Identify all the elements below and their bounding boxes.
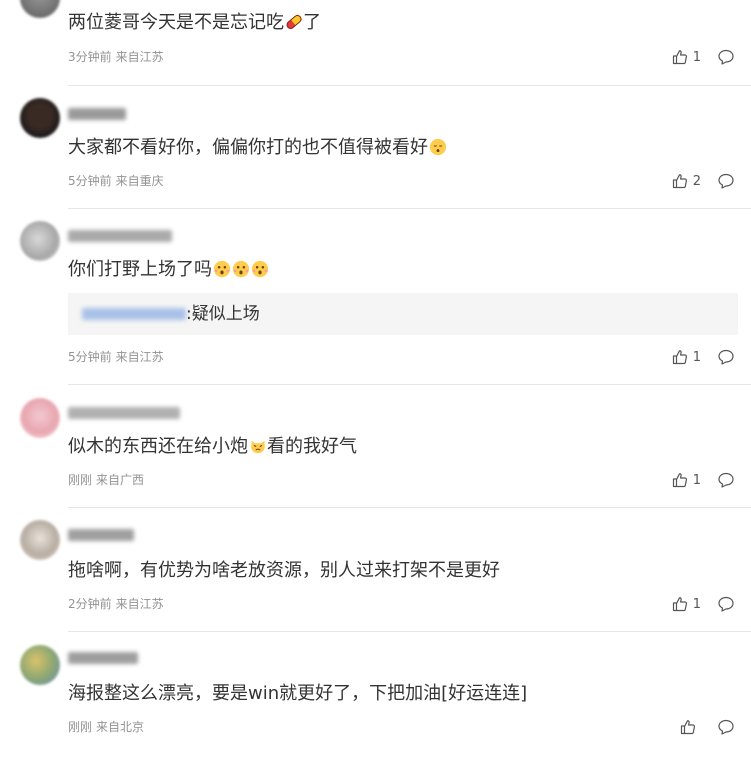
speech-bubble-icon <box>718 719 734 735</box>
comment-meta: 2分钟前 来自江苏 <box>68 596 164 612</box>
username[interactable] <box>68 652 138 664</box>
comment-time: 刚刚 <box>68 720 93 734</box>
like-button[interactable]: 1 <box>672 49 701 65</box>
divider <box>68 507 751 508</box>
pill-emoji <box>286 14 303 29</box>
avatar[interactable] <box>20 645 60 685</box>
thumbs-up-icon <box>672 174 687 189</box>
like-count: 2 <box>692 173 701 189</box>
shocked-face-emoji <box>251 260 269 278</box>
thumbs-up-icon <box>672 597 687 612</box>
comment-meta: 5分钟前 来自江苏 <box>68 349 164 365</box>
comment-text-part: 了 <box>303 12 321 33</box>
like-count: 1 <box>692 472 701 488</box>
comment-text: 大家都不看好你，偏偏你打的也不值得被看好 <box>68 136 447 160</box>
like-button[interactable]: 1 <box>672 472 701 488</box>
comment-text: 似木的东西还在给小炮 看的我好气 <box>68 435 357 459</box>
comment-text: 拖啥啊，有优势为啥老放资源，别人过来打架不是更好 <box>68 560 500 581</box>
comment-location: 来自江苏 <box>115 350 164 364</box>
avatar[interactable] <box>20 221 60 261</box>
speech-bubble-icon <box>718 49 734 65</box>
avatar[interactable] <box>20 520 60 560</box>
comment-text: 海报整这么漂亮，要是win就更好了，下把加油[好运连连] <box>68 683 528 704</box>
comment-time: 2分钟前 <box>68 597 112 611</box>
thumbs-up-icon <box>672 473 687 488</box>
comment-actions: 2 <box>672 171 735 191</box>
reply-button[interactable] <box>717 348 735 366</box>
speech-bubble-icon <box>718 173 734 189</box>
comment-actions: 1 <box>672 594 735 614</box>
reply-button[interactable] <box>717 718 735 736</box>
comment-text: 你们打野上场了吗 <box>68 258 269 282</box>
avatar[interactable] <box>20 98 60 138</box>
comment-location: 来自江苏 <box>115 597 164 611</box>
like-count: 1 <box>692 349 701 365</box>
comment-text-part: 看的我好气 <box>267 436 357 457</box>
divider <box>68 384 751 385</box>
comment-meta: 刚刚 来自广西 <box>68 472 144 488</box>
comment-actions <box>680 717 735 737</box>
like-button[interactable]: 1 <box>672 349 701 365</box>
comment-location: 来自重庆 <box>115 174 164 188</box>
speech-bubble-icon <box>718 472 734 488</box>
comment-actions: 1 <box>672 47 735 67</box>
comment-text-part: 大家都不看好你，偏偏你打的也不值得被看好 <box>68 137 428 158</box>
comment-location: 来自江苏 <box>115 50 164 64</box>
thumbs-up-icon <box>672 50 687 65</box>
like-count: 1 <box>692 49 701 65</box>
like-button[interactable]: 2 <box>672 173 701 189</box>
shocked-face-emoji <box>213 260 231 278</box>
like-count: 1 <box>692 596 701 612</box>
comment-text-part: 似木的东西还在给小炮 <box>68 436 248 457</box>
comment-time: 5分钟前 <box>68 350 112 364</box>
comment-item: 两位菱哥今天是不是忘记吃 了 3分钟前 来自江苏 1 <box>0 0 751 86</box>
comment-location: 来自北京 <box>96 720 145 734</box>
comment-actions: 1 <box>672 347 735 367</box>
reply-quote[interactable]: :疑似上场 <box>68 293 738 335</box>
reply-button[interactable] <box>717 595 735 613</box>
comment-location: 来自广西 <box>96 473 145 487</box>
comment-actions: 1 <box>672 470 735 490</box>
thumbs-up-icon <box>672 350 687 365</box>
comment-text-part: 两位菱哥今天是不是忘记吃 <box>68 12 284 33</box>
comment-time: 刚刚 <box>68 473 93 487</box>
comment-time: 5分钟前 <box>68 174 112 188</box>
comment-text-part: 你们打野上场了吗 <box>68 259 212 280</box>
divider <box>68 85 751 86</box>
angry-cat-emoji <box>251 440 265 454</box>
comment-text: 两位菱哥今天是不是忘记吃 了 <box>68 11 321 35</box>
divider <box>68 208 751 209</box>
reply-text: :疑似上场 <box>186 304 260 324</box>
username[interactable] <box>68 407 180 419</box>
reply-button[interactable] <box>717 172 735 190</box>
reply-button[interactable] <box>717 48 735 66</box>
avatar[interactable] <box>20 0 60 18</box>
reply-button[interactable] <box>717 471 735 489</box>
comment-meta: 3分钟前 来自江苏 <box>68 49 164 65</box>
speech-bubble-icon <box>718 596 734 612</box>
username[interactable] <box>68 529 134 541</box>
speech-bubble-icon <box>718 349 734 365</box>
comment-meta: 刚刚 来自北京 <box>68 719 144 735</box>
sad-face-emoji <box>429 138 447 156</box>
avatar[interactable] <box>20 398 60 438</box>
comment-time: 3分钟前 <box>68 50 112 64</box>
comment-feed: 两位菱哥今天是不是忘记吃 了 3分钟前 来自江苏 1 大家都不看好你，偏偏你打的… <box>0 0 751 757</box>
comment-meta: 5分钟前 来自重庆 <box>68 173 164 189</box>
username[interactable] <box>68 230 172 242</box>
shocked-face-emoji <box>232 260 250 278</box>
username[interactable] <box>68 108 126 120</box>
thumbs-up-icon <box>680 720 696 735</box>
like-button[interactable] <box>680 719 701 735</box>
divider <box>68 631 751 632</box>
like-button[interactable]: 1 <box>672 596 701 612</box>
reply-username[interactable] <box>82 308 186 320</box>
